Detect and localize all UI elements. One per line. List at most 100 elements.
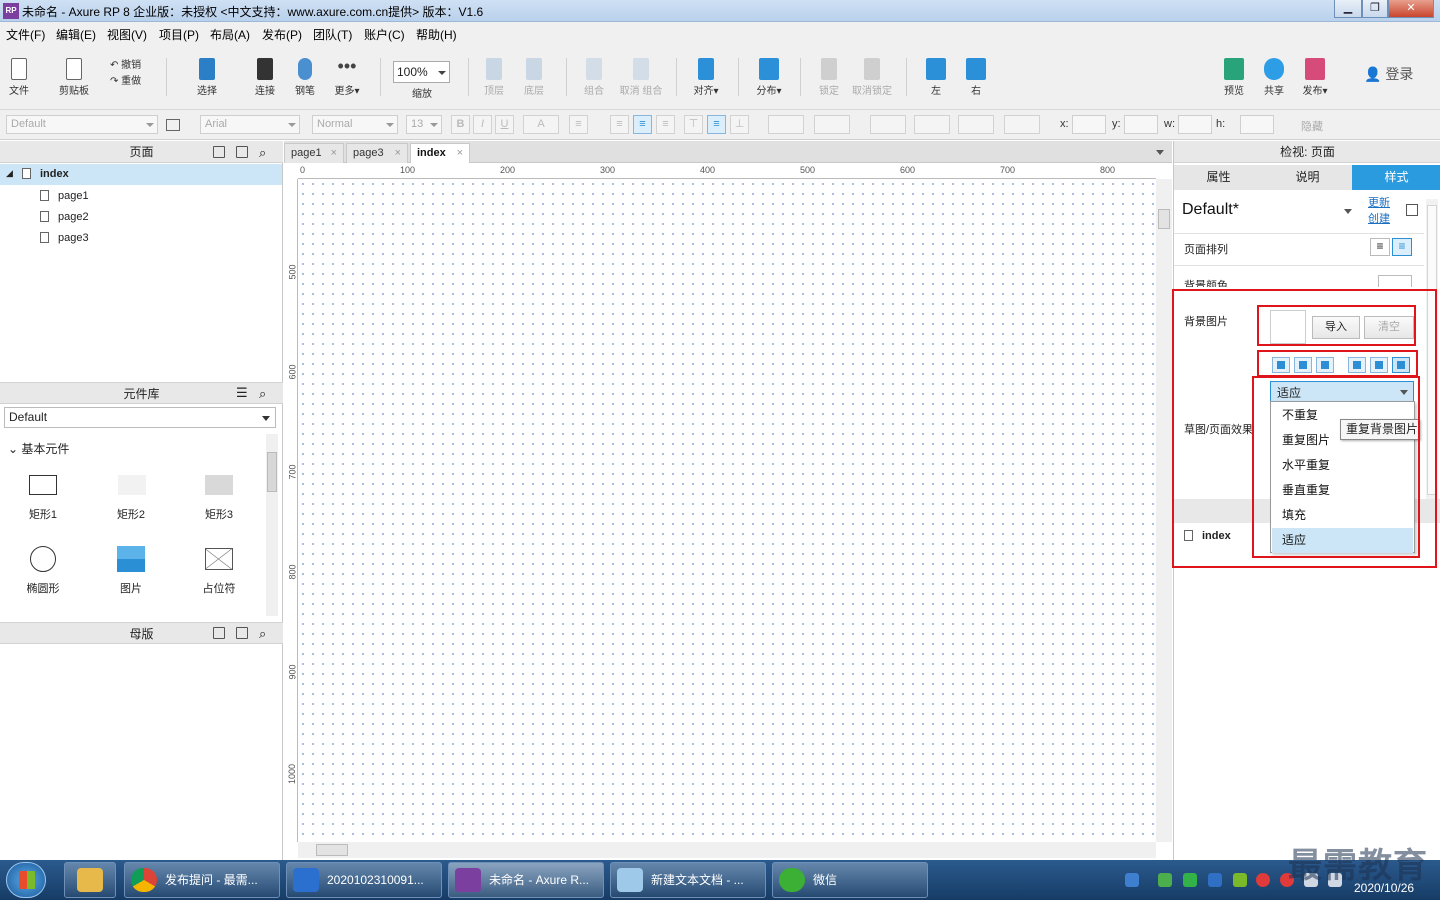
zoom-select[interactable]: 100% [393, 61, 450, 83]
tab-page3[interactable]: page3 × [346, 143, 408, 163]
tab-notes[interactable]: 说明 [1263, 165, 1352, 190]
taskbar-explorer[interactable] [64, 862, 116, 898]
library-select[interactable]: Default [4, 407, 276, 428]
library-scrollbar[interactable] [266, 434, 278, 616]
group-button[interactable]: 组合 [580, 58, 608, 97]
clipboard-button[interactable]: 剪贴板 [58, 58, 90, 97]
taskbar-wechat[interactable]: 微信 [772, 862, 928, 898]
bold-button[interactable]: B [451, 115, 470, 134]
tab-properties[interactable]: 属性 [1174, 165, 1263, 190]
page-align-left-button[interactable]: ≡ [1370, 238, 1390, 256]
style-edit-icon[interactable] [166, 119, 180, 131]
menu-account[interactable]: 账户(C) [364, 26, 405, 43]
unlock-button[interactable]: 取消锁定 [852, 58, 892, 97]
valign-top-button[interactable]: ⊤ [684, 115, 703, 134]
update-style-link[interactable]: 更新 [1368, 194, 1390, 210]
taskbar-chrome[interactable]: 发布提问 - 最需... [124, 862, 280, 898]
search-icon[interactable]: ⌕ [259, 626, 266, 642]
wechat-tray-icon[interactable] [1183, 873, 1197, 887]
underline-button[interactable]: U [495, 115, 514, 134]
style-name[interactable]: Default* [1182, 201, 1239, 219]
design-canvas[interactable] [298, 179, 1156, 842]
expand-triangle-icon[interactable]: ◢ [6, 168, 13, 179]
lock-button[interactable]: 锁定 [814, 58, 844, 97]
valign-middle-button[interactable]: ≡ [707, 115, 726, 134]
chevron-down-icon[interactable] [1344, 209, 1352, 214]
close-icon[interactable]: × [395, 144, 401, 163]
menu-edit[interactable]: 编辑(E) [56, 26, 96, 43]
nvidia-icon[interactable] [1233, 873, 1247, 887]
tab-style[interactable]: 样式 [1352, 165, 1440, 190]
h-input[interactable] [1240, 115, 1274, 134]
bullet-list-button[interactable]: ≡ [569, 115, 588, 134]
publish-button[interactable]: 发布▾ [1298, 58, 1332, 97]
canvas-scroll-thumb[interactable] [1158, 209, 1170, 229]
text-color-button[interactable]: A [523, 115, 559, 134]
style-manager-icon[interactable] [1406, 204, 1418, 216]
bg-color-picker[interactable] [1378, 275, 1412, 287]
bring-to-top-button[interactable]: 顶层 [480, 58, 508, 97]
add-folder-icon[interactable] [236, 146, 248, 158]
share-button[interactable]: 共享 [1260, 58, 1288, 97]
menu-project[interactable]: 项目(P) [159, 26, 199, 43]
align-right-button[interactable]: ≡ [656, 115, 675, 134]
shadow-button[interactable] [814, 115, 850, 134]
menu-help[interactable]: 帮助(H) [416, 26, 457, 43]
font-family-select[interactable]: Arial [200, 115, 300, 134]
search-icon[interactable]: ⌕ [259, 386, 266, 402]
widget-rect2[interactable] [118, 475, 146, 495]
y-input[interactable] [1124, 115, 1158, 134]
font-weight-select[interactable]: Normal [312, 115, 398, 134]
tray-app-icon[interactable] [1158, 873, 1172, 887]
w-input[interactable] [1178, 115, 1212, 134]
create-style-link[interactable]: 创建 [1368, 210, 1390, 226]
menu-view[interactable]: 视图(V) [107, 26, 147, 43]
page-item-page2[interactable]: page2 [40, 211, 89, 223]
preview-button[interactable]: 预览 [1220, 58, 1248, 97]
maximize-button[interactable]: ❐ [1362, 0, 1388, 18]
line-style-button[interactable] [958, 115, 994, 134]
add-folder-icon[interactable] [236, 627, 248, 639]
font-size-select[interactable]: 13 [406, 115, 442, 134]
widget-rect3[interactable] [205, 475, 233, 495]
line-width-button[interactable] [914, 115, 950, 134]
arrow-style-button[interactable] [1004, 115, 1040, 134]
tab-page1[interactable]: page1 × [284, 143, 344, 163]
select-button[interactable]: 选择 [182, 58, 232, 97]
fill-color-button[interactable] [768, 115, 804, 134]
start-button[interactable] [6, 862, 46, 898]
right-panel-button[interactable]: 右 [962, 58, 990, 97]
taskbar-notepad[interactable]: 新建文本文档 - ... [610, 862, 766, 898]
menu-file[interactable]: 文件(F) [6, 26, 45, 43]
menu-icon[interactable]: ☰ [236, 385, 248, 401]
menu-layout[interactable]: 布局(A) [210, 26, 250, 43]
valign-bottom-button[interactable]: ⊥ [730, 115, 749, 134]
canvas-vertical-scrollbar[interactable] [1156, 179, 1172, 842]
taskbar-word[interactable]: 2020102310091... [286, 862, 442, 898]
add-page-icon[interactable] [213, 146, 225, 158]
redo-button[interactable]: ↷ 重做 [110, 72, 150, 87]
close-icon[interactable]: × [331, 144, 337, 163]
page-align-center-button[interactable]: ≡ [1392, 238, 1412, 256]
taskbar-axure[interactable]: 未命名 - Axure R... [448, 862, 604, 898]
shield-icon[interactable] [1208, 873, 1222, 887]
close-button[interactable]: ✕ [1388, 0, 1434, 18]
login-link[interactable]: 👤 登录 [1364, 64, 1413, 84]
menu-team[interactable]: 团队(T) [313, 26, 352, 43]
x-input[interactable] [1072, 115, 1106, 134]
library-section-header[interactable]: ⌄ 基本元件 [8, 440, 69, 457]
widget-image-icon[interactable] [117, 546, 145, 572]
align-left-button[interactable]: ≡ [610, 115, 629, 134]
more-button[interactable]: ••• 更多▾ [330, 57, 364, 97]
menu-publish[interactable]: 发布(P) [262, 26, 302, 43]
undo-button[interactable]: ↶ 撤销 [110, 56, 150, 71]
align-button[interactable]: 对齐▾ [688, 58, 724, 97]
qq-icon[interactable] [1256, 873, 1270, 887]
line-color-button[interactable] [870, 115, 906, 134]
canvas-hscroll-thumb[interactable] [316, 844, 348, 856]
connect-button[interactable]: 连接 [252, 58, 278, 97]
tabs-overflow-icon[interactable] [1156, 150, 1164, 155]
library-scroll-thumb[interactable] [267, 452, 277, 492]
ime-icon[interactable] [1125, 873, 1139, 887]
add-master-icon[interactable] [213, 627, 225, 639]
